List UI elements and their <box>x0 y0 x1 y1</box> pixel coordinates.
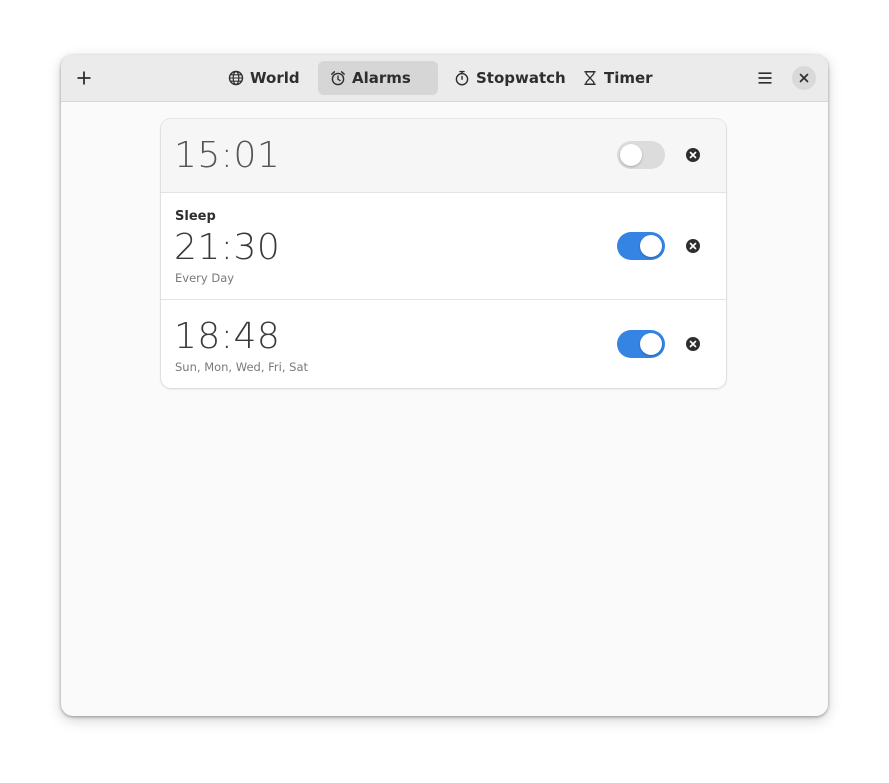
alarm-name: Sleep <box>175 209 216 224</box>
hamburger-menu-icon <box>758 72 772 84</box>
clocks-window: World Alarms Stopwatch Timer 15:01 Sleep… <box>61 55 828 716</box>
alarm-row[interactable]: 18:48 Sun, Mon, Wed, Fri, Sat <box>161 300 726 388</box>
main-menu-button[interactable] <box>750 63 780 93</box>
alarm-row[interactable]: Sleep 21:30 Every Day <box>161 193 726 300</box>
alarm-repeat-days: Sun, Mon, Wed, Fri, Sat <box>175 360 308 374</box>
alarm-toggle[interactable] <box>617 141 665 169</box>
tab-stopwatch[interactable]: Stopwatch <box>442 61 566 95</box>
toggle-knob <box>640 333 662 355</box>
alarm-clock-icon <box>331 71 345 86</box>
remove-alarm-icon[interactable] <box>685 147 701 163</box>
toggle-knob <box>640 235 662 257</box>
alarm-toggle[interactable] <box>617 330 665 358</box>
globe-icon <box>228 70 244 86</box>
alarm-time: 21:30 <box>174 227 281 268</box>
close-window-button[interactable] <box>792 66 816 90</box>
headerbar: World Alarms Stopwatch Timer <box>61 55 828 102</box>
alarm-repeat-days: Every Day <box>175 271 235 285</box>
tab-timer-label: Timer <box>604 69 653 87</box>
remove-alarm-icon[interactable] <box>685 238 701 254</box>
alarm-time: 18:48 <box>174 316 281 357</box>
tab-world[interactable]: World <box>216 61 310 95</box>
add-alarm-button[interactable] <box>69 63 99 93</box>
toggle-knob <box>620 144 642 166</box>
alarm-toggle[interactable] <box>617 232 665 260</box>
alarm-list: 15:01 Sleep 21:30 Every Day 18:48 Sun, M… <box>161 119 726 388</box>
tab-timer[interactable]: Timer <box>570 61 660 95</box>
close-icon <box>799 73 809 83</box>
alarm-time: 15:01 <box>174 135 281 176</box>
view-switcher: World Alarms Stopwatch Timer <box>211 61 660 95</box>
tab-world-label: World <box>250 69 300 87</box>
stopwatch-icon <box>455 70 469 86</box>
tab-alarms-label: Alarms <box>352 69 411 87</box>
tab-stopwatch-label: Stopwatch <box>476 69 566 87</box>
tab-alarms[interactable]: Alarms <box>318 61 438 95</box>
alarm-row[interactable]: 15:01 <box>161 119 726 193</box>
plus-icon <box>77 71 91 85</box>
hourglass-icon <box>584 71 596 85</box>
remove-alarm-icon[interactable] <box>685 336 701 352</box>
